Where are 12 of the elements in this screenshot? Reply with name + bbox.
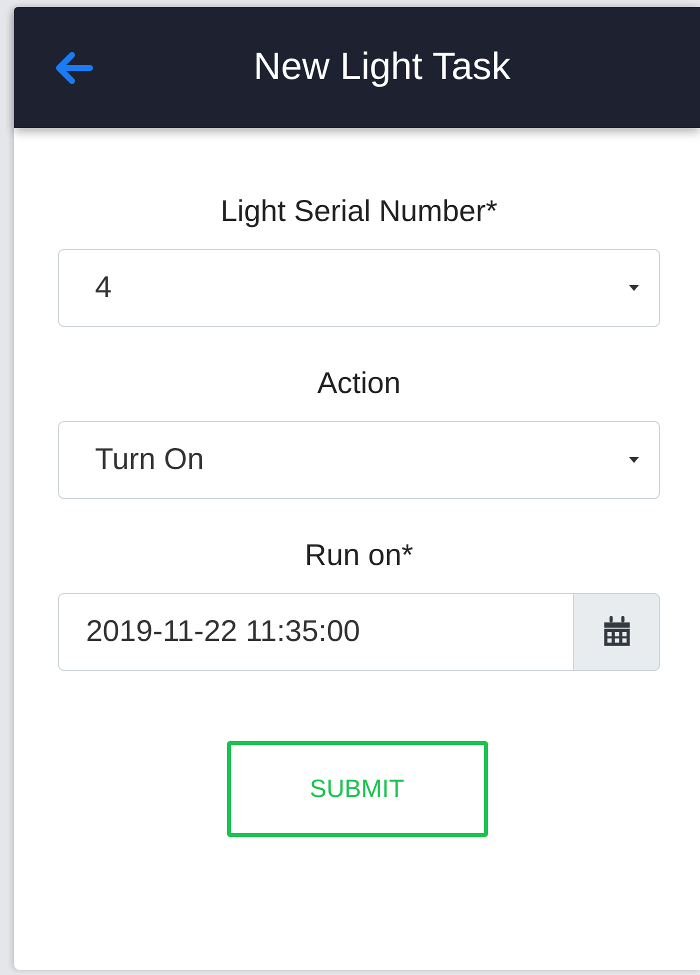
header-title: New Light Task	[252, 46, 512, 89]
dropdown-field[interactable]: Turn On	[58, 421, 660, 499]
calendar-button[interactable]	[574, 593, 660, 671]
back-arrow-icon[interactable]	[54, 50, 94, 86]
field-label: Action	[317, 367, 401, 401]
field-label: Light Serial Number*	[220, 195, 498, 229]
field-label: Run on*	[304, 539, 414, 573]
calendar-icon	[602, 616, 632, 648]
caret-icon	[629, 285, 639, 291]
dropdown-field[interactable]: 4	[58, 249, 660, 327]
date-time-field[interactable]: 2019-11-22 11:35:00	[58, 593, 574, 671]
caret-icon	[629, 457, 639, 463]
